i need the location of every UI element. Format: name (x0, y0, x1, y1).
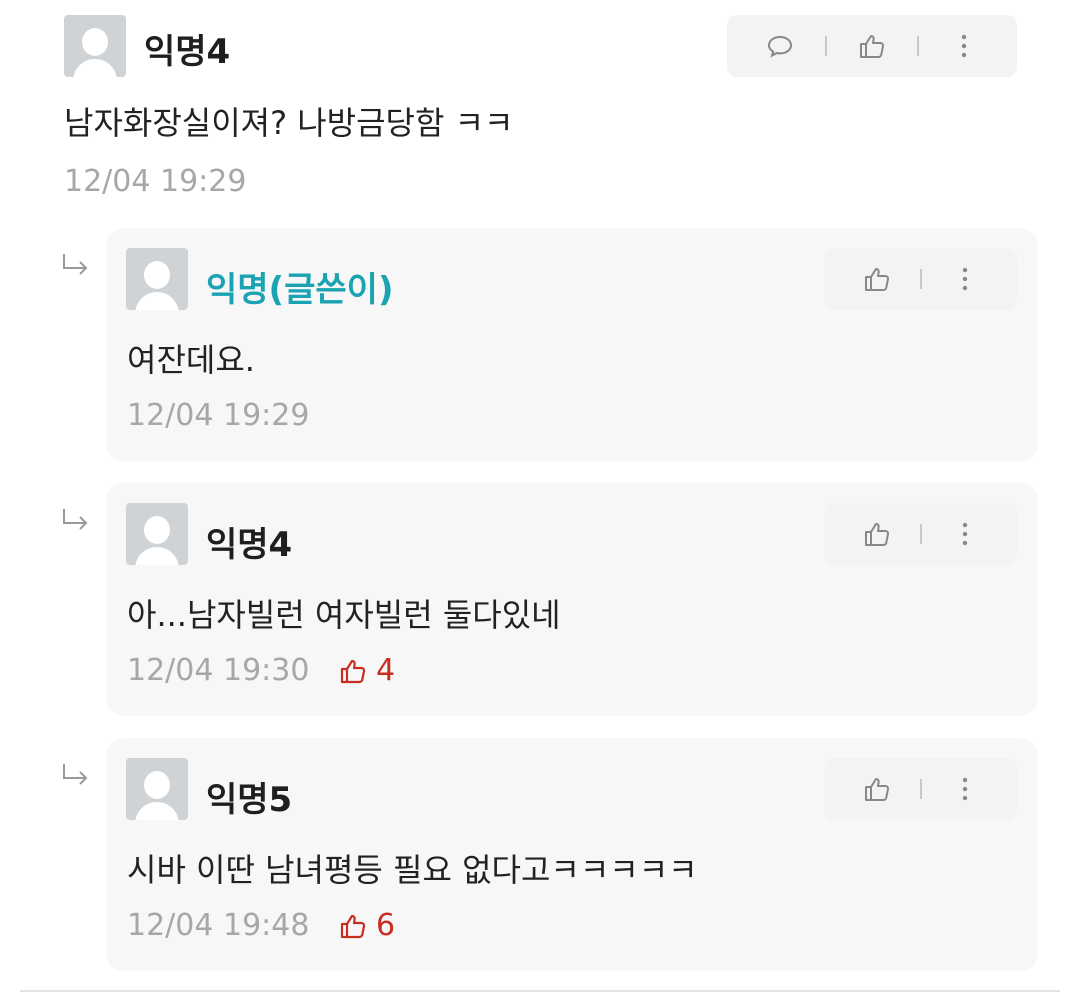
speech-bubble-icon (768, 35, 793, 58)
reply-arrow-icon (63, 509, 88, 530)
avatar (126, 758, 188, 820)
like-count-value: 4 (376, 653, 396, 688)
like-button[interactable] (855, 257, 899, 301)
like-count-value: 6 (376, 908, 396, 943)
reply-timestamp: 12/04 19:30 (127, 653, 310, 688)
thumbs-up-icon (864, 778, 889, 801)
thumbs-up-icon (859, 35, 885, 58)
like-button[interactable] (850, 24, 894, 68)
reply-action-bar (824, 758, 1017, 820)
thumbs-up-icon (864, 523, 889, 546)
reply-action-bar (824, 503, 1017, 565)
reply-card: 익명4 아...남자빌런 여자빌런 둘다있네 12/04 19:30 4 (106, 483, 1038, 716)
comment: 익명4 남자화장실이져? 나방금당함 ㅋㅋ 12/04 19:29 (0, 0, 1080, 220)
reply-author-name: 익명(글쓴이) (206, 270, 394, 310)
more-vertical-icon (962, 267, 967, 291)
like-count: 4 (338, 653, 395, 688)
divider (916, 36, 919, 56)
divider (919, 779, 922, 799)
comment-text: 남자화장실이져? 나방금당함 ㅋㅋ (64, 104, 514, 142)
more-button[interactable] (943, 512, 987, 556)
thumbs-up-icon (864, 268, 889, 291)
reply-author-name: 익명5 (206, 780, 293, 820)
like-button[interactable] (855, 767, 899, 811)
more-vertical-icon (961, 34, 966, 58)
like-count: 6 (338, 908, 395, 943)
comment-author-name: 익명4 (144, 32, 231, 72)
reply-arrow-icon (63, 254, 88, 275)
more-vertical-icon (962, 777, 967, 801)
like-button[interactable] (855, 512, 899, 556)
reply-text: 여잔데요. (127, 341, 255, 379)
more-vertical-icon (962, 522, 967, 546)
avatar (126, 248, 188, 310)
divider (825, 36, 828, 56)
thumbs-up-icon (340, 914, 366, 938)
comment-timestamp: 12/04 19:29 (64, 164, 247, 199)
reply-timestamp: 12/04 19:29 (127, 398, 310, 433)
more-button[interactable] (942, 24, 986, 68)
reply-card: 익명5 시바 이딴 남녀평등 필요 없다고ㅋㅋㅋㅋㅋ 12/04 19:48 6 (106, 738, 1038, 971)
bottom-divider (20, 990, 1060, 992)
reply-author-name: 익명4 (206, 525, 293, 565)
avatar (64, 15, 126, 77)
reply-text: 아...남자빌런 여자빌런 둘다있네 (127, 596, 561, 634)
more-button[interactable] (943, 767, 987, 811)
reply-timestamp: 12/04 19:48 (127, 908, 310, 943)
divider (919, 269, 922, 289)
avatar (126, 503, 188, 565)
reply-button[interactable] (758, 24, 802, 68)
reply-card: 익명(글쓴이) 여잔데요. 12/04 19:29 (106, 228, 1038, 461)
thumbs-up-icon (340, 659, 366, 683)
divider (919, 524, 922, 544)
comment-action-bar (727, 15, 1017, 77)
reply-text: 시바 이딴 남녀평등 필요 없다고ㅋㅋㅋㅋㅋ (127, 851, 698, 889)
more-button[interactable] (943, 257, 987, 301)
reply-arrow-icon (63, 764, 88, 785)
reply-action-bar (824, 248, 1017, 310)
